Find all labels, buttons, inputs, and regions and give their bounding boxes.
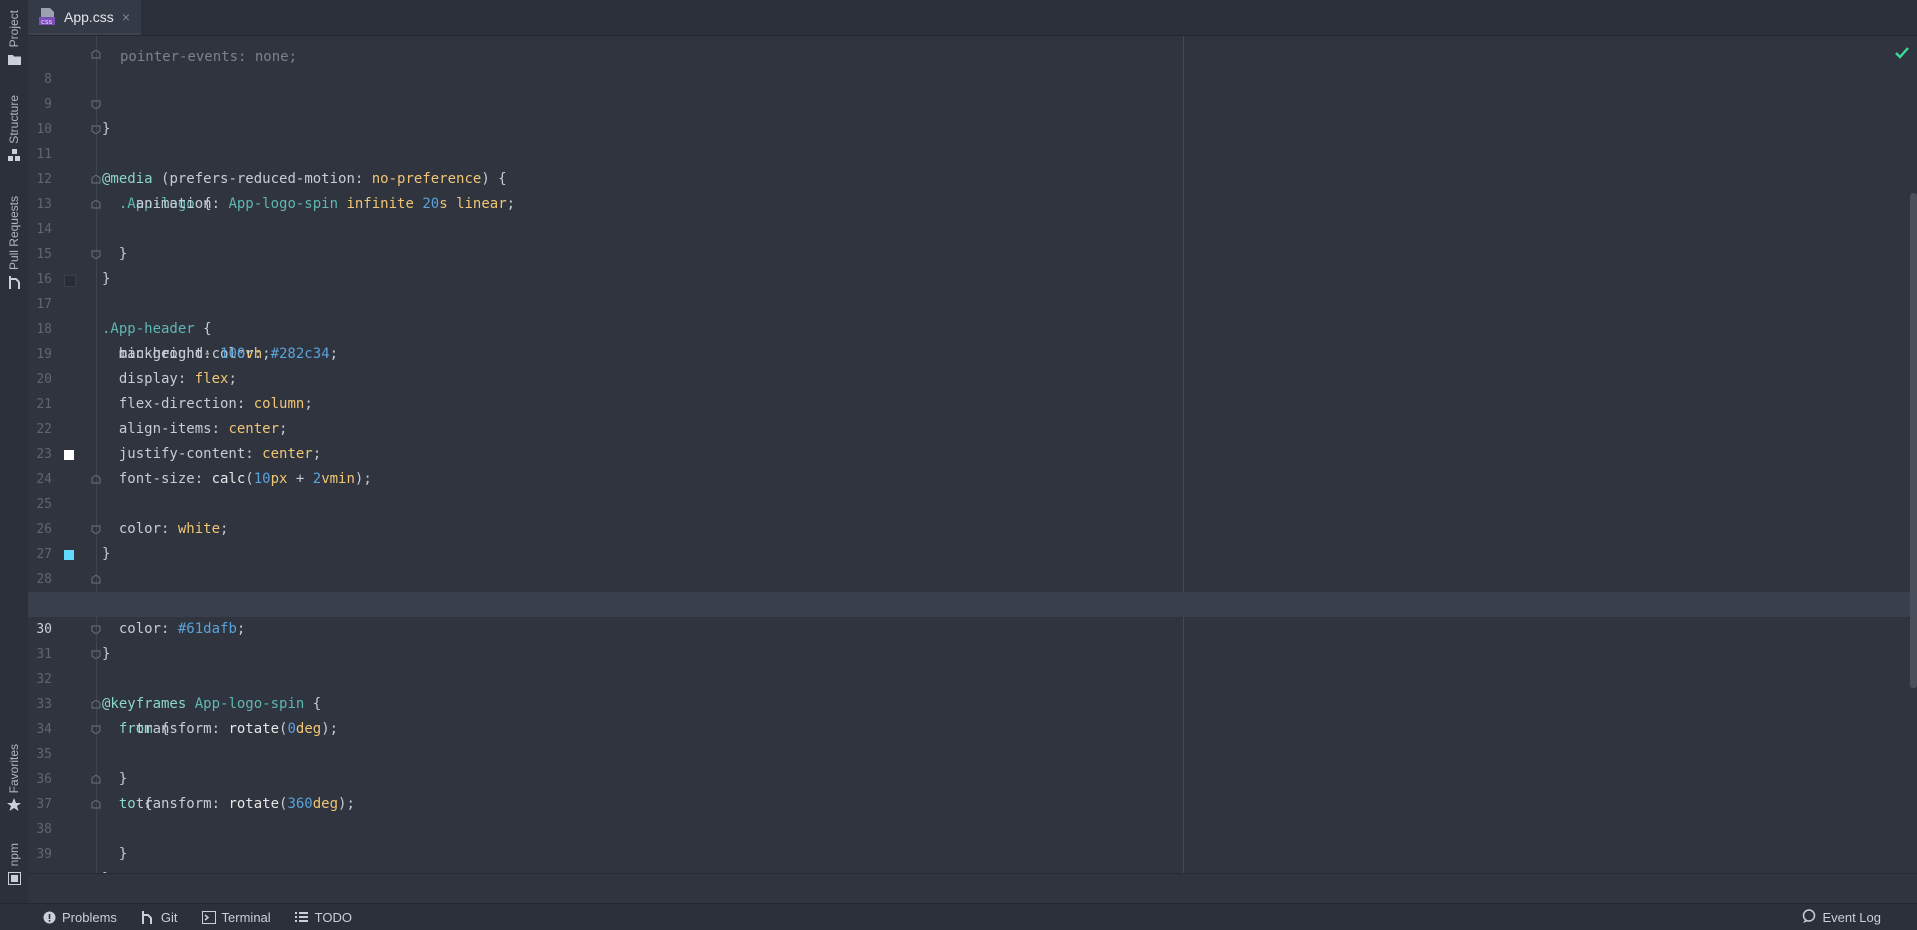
code-editor[interactable]: pointer-events: none; 8 } 9 10 @media (p… xyxy=(28,36,1917,887)
tool-window-project[interactable]: Project xyxy=(0,10,28,66)
fold-start-icon[interactable] xyxy=(91,100,101,109)
star-icon xyxy=(7,798,21,812)
fold-start-icon[interactable] xyxy=(91,125,101,134)
code-line-35: 35 to { xyxy=(28,717,1917,812)
code-line-12: 12 animation: App-logo-spin infinite 20s… xyxy=(28,142,1917,212)
code-line-9: 9 xyxy=(28,67,1917,112)
fold-start-icon[interactable] xyxy=(91,525,101,534)
structure-label: Structure xyxy=(7,95,21,144)
code-line-20: 20 flex-direction: column; xyxy=(28,342,1917,412)
color-swatch-61dafb[interactable] xyxy=(64,550,74,560)
code-line-37: 37 } xyxy=(28,767,1917,862)
bottom-tool-bar: Problems Git Terminal TODO Event Log xyxy=(0,903,1917,930)
code-line-29: 29 } xyxy=(28,567,1917,662)
npm-icon xyxy=(7,871,21,885)
code-line-11: 11 .App-logo { xyxy=(28,117,1917,212)
inspection-ok-checkmark-icon[interactable] xyxy=(1893,44,1911,62)
npm-label: npm xyxy=(7,843,21,867)
code-line-34: 34 } xyxy=(28,692,1917,787)
problems-button[interactable]: Problems xyxy=(42,910,117,925)
favorites-label: Favorites xyxy=(7,744,21,794)
structure-icon xyxy=(7,149,21,163)
problems-icon xyxy=(42,910,56,924)
fold-end-icon[interactable] xyxy=(91,700,101,709)
fold-start-icon[interactable] xyxy=(91,250,101,259)
tool-window-pull-requests[interactable]: Pull Requests xyxy=(0,196,28,289)
terminal-button[interactable]: Terminal xyxy=(201,909,271,925)
event-log-button[interactable]: Event Log xyxy=(1802,908,1881,926)
tool-window-npm[interactable]: npm xyxy=(0,843,28,885)
vertical-scrollbar[interactable] xyxy=(1910,193,1917,688)
bottom-panel-gap xyxy=(28,873,1917,904)
code-line-30-current: 30 xyxy=(28,592,1917,637)
code-line-21: 21 align-items: center; xyxy=(28,367,1917,437)
fold-end-icon[interactable] xyxy=(91,475,101,484)
fold-start-icon[interactable] xyxy=(91,625,101,634)
code-line-32: 32 from { xyxy=(28,642,1917,737)
code-line-24: 24 color: white; xyxy=(28,442,1917,537)
left-tool-strip: Project Structure Pull Requests Favorite… xyxy=(0,0,29,903)
event-log-icon xyxy=(1802,908,1816,926)
code-line-23: 23 font-size: calc(10px + 2vmin); xyxy=(28,417,1917,487)
code-line-13: 13 } xyxy=(28,167,1917,262)
fold-end-icon[interactable] xyxy=(91,800,101,809)
code-line-15: 15 xyxy=(28,217,1917,262)
color-swatch-282c34[interactable] xyxy=(64,275,76,287)
code-line-28: 28 color: #61dafb; xyxy=(28,542,1917,637)
list-icon xyxy=(295,910,309,924)
code-line-10: 10 @media (prefers-reduced-motion: no-pr… xyxy=(28,92,1917,187)
color-swatch-white[interactable] xyxy=(64,450,74,460)
fold-end-icon[interactable] xyxy=(91,50,101,59)
todo-button[interactable]: TODO xyxy=(295,910,352,925)
fold-end-icon[interactable] xyxy=(91,775,101,784)
code-line-25: 25 } xyxy=(28,467,1917,562)
code-line-27: 27 .App-link { xyxy=(28,517,1917,612)
fold-end-icon[interactable] xyxy=(91,200,101,209)
code-line-22: 22 justify-content: center; xyxy=(28,392,1917,462)
git-button[interactable]: Git xyxy=(141,910,178,925)
code-line-38: 38 } xyxy=(28,792,1917,887)
problems-label: Problems xyxy=(62,909,117,925)
fold-start-icon[interactable] xyxy=(91,650,101,659)
code-line-16: 16 .App-header { xyxy=(28,242,1917,337)
tool-window-structure[interactable]: Structure xyxy=(0,95,28,163)
code-line-8: 8 } xyxy=(28,42,1917,137)
code-line-18: 18 min-height: 100vh; xyxy=(28,292,1917,362)
project-label: Project xyxy=(7,10,21,48)
terminal-icon xyxy=(201,910,216,924)
git-label: Git xyxy=(160,909,178,925)
todo-label: TODO xyxy=(314,909,352,925)
tool-window-favorites[interactable]: Favorites xyxy=(0,744,28,812)
git-branch-icon xyxy=(141,910,155,924)
code-text: } xyxy=(118,846,128,862)
event-log-label: Event Log xyxy=(1822,909,1881,925)
code-line-33: 33 transform: rotate(0deg); xyxy=(28,667,1917,737)
line-number: 39 xyxy=(36,847,52,862)
fold-end-icon[interactable] xyxy=(91,575,101,584)
fold-start-icon[interactable] xyxy=(91,725,101,734)
pull-request-icon xyxy=(7,275,21,289)
code-line-14: 14 } xyxy=(28,192,1917,287)
code-line-26: 26 xyxy=(28,492,1917,537)
code-line-36: 36 transform: rotate(360deg); xyxy=(28,742,1917,812)
code-line-17: 17 background-color: #282c34; xyxy=(28,267,1917,362)
code-line-19: 19 display: flex; xyxy=(28,317,1917,387)
folder-icon xyxy=(7,52,21,66)
terminal-label: Terminal xyxy=(221,909,271,925)
code-line-31: 31 @keyframes App-logo-spin { xyxy=(28,617,1917,712)
fold-end-icon[interactable] xyxy=(91,175,101,184)
pull-requests-label: Pull Requests xyxy=(7,196,21,271)
code-line-39: 39 xyxy=(28,817,1917,862)
